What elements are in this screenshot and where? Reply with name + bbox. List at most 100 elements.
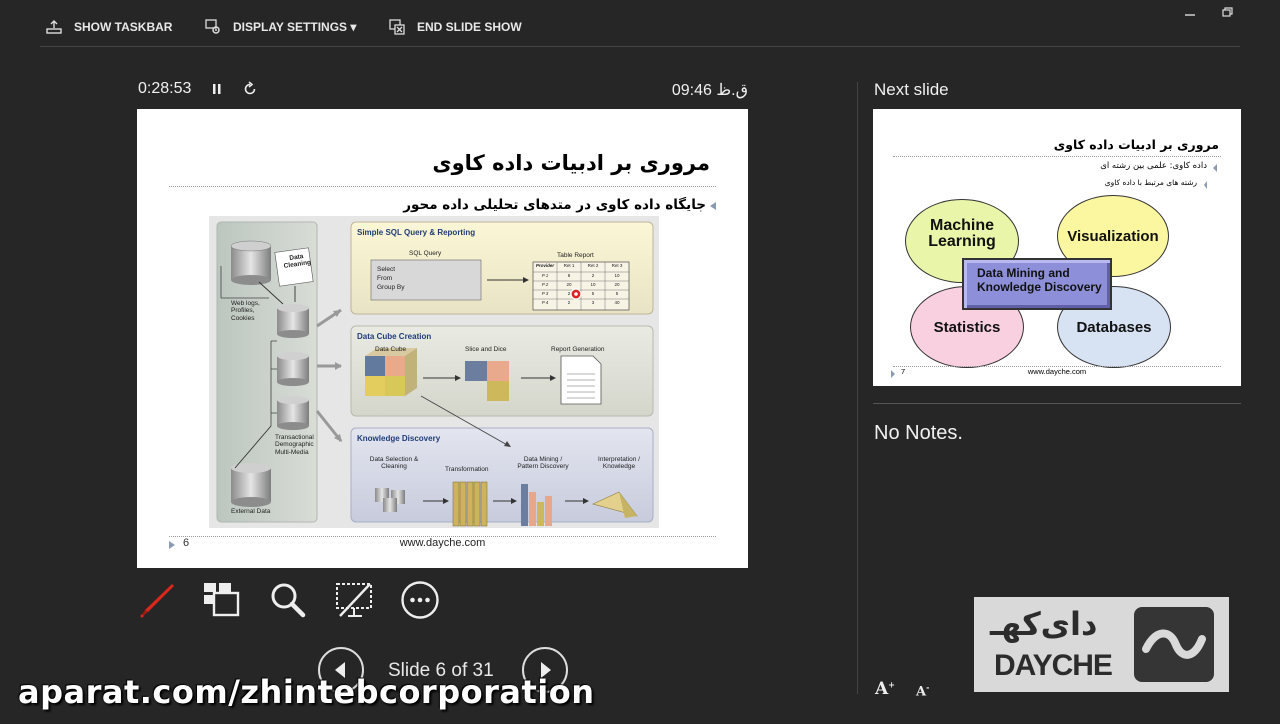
notes-divider	[873, 403, 1241, 404]
table-header-cell: Ret 3	[611, 263, 623, 268]
show-taskbar-label: SHOW TASKBAR	[74, 20, 173, 34]
title-divider	[169, 186, 716, 187]
see-all-slides-icon	[204, 583, 240, 617]
table-cell: P 2	[541, 282, 549, 287]
next-title-divider	[893, 156, 1221, 157]
slide-footer-url: www.dayche.com	[399, 537, 486, 549]
pause-timer-button[interactable]	[211, 80, 223, 103]
elapsed-timer: 0:28:53	[138, 80, 192, 97]
sql-query-label: SQL Query	[409, 250, 442, 257]
zoom-icon	[271, 583, 306, 618]
table-cell: 5	[591, 291, 595, 296]
table-cell: P 3	[541, 291, 549, 296]
kd-panel-title: Knowledge Discovery	[357, 434, 441, 443]
increase-font-button[interactable]: A+	[875, 679, 895, 699]
black-screen-icon	[336, 583, 372, 617]
interpretation-label: Interpretation / Knowledge	[598, 456, 640, 471]
cube-panel-title: Data Cube Creation	[357, 332, 432, 341]
logo-persian-text: دای‌کهـ	[990, 605, 1098, 643]
next-slide-url: www.dayche.com	[1027, 367, 1087, 376]
increase-font-glyph: A	[875, 679, 889, 699]
panel-divider	[857, 82, 858, 694]
restart-timer-button[interactable]	[241, 80, 259, 103]
display-settings-icon	[205, 19, 220, 34]
next-bullet-1: داده کاوی: علمی بین رشته ای	[1100, 161, 1207, 171]
dayche-logo: دای‌کهـ DAYCHE	[974, 597, 1229, 692]
analytics-figure: Data Cleaning Web logs, Profiles, Cookie…	[209, 216, 659, 528]
data-cube-graphic	[365, 348, 417, 396]
zoom-button[interactable]	[268, 580, 308, 620]
mining-label: Data Mining / Pattern Discovery	[517, 456, 569, 471]
table-cell: 20	[614, 282, 620, 287]
more-options-button[interactable]	[400, 580, 440, 620]
sql-line-1: Select	[377, 266, 396, 273]
pause-icon	[213, 84, 221, 94]
database-cylinder-top	[230, 240, 272, 285]
bullet-marker	[710, 202, 716, 210]
slice-dice-label: Slice and Dice	[465, 346, 507, 353]
web-logs-label: Web logs, Profiles, Cookies	[231, 300, 260, 322]
end-slide-show-label: END SLIDE SHOW	[417, 20, 522, 34]
report-generation-label: Report Generation	[551, 346, 605, 353]
slide-title: مروری بر ادبیات داده کاوی	[432, 151, 710, 175]
restore-button[interactable]	[1221, 6, 1237, 20]
table-header-cell: Ret 2	[587, 263, 599, 268]
next-slide-title: مروری بر ادبیات داده کاوی	[1053, 137, 1219, 152]
transactional-label: Transactional Demographic Multi-Media	[275, 434, 314, 456]
visualization-text: Visualization	[1067, 227, 1159, 245]
current-slide[interactable]: مروری بر ادبیات داده کاوی جایگاه داده کا…	[137, 109, 748, 568]
show-taskbar-button[interactable]: SHOW TASKBAR	[46, 17, 172, 37]
table-cell: 2	[567, 291, 571, 296]
minimize-icon	[1185, 14, 1195, 16]
pen-tool-button[interactable]	[136, 580, 176, 620]
databases-text: Databases	[1076, 318, 1152, 336]
sql-panel-title: Simple SQL Query & Reporting	[357, 228, 476, 237]
black-screen-button[interactable]	[334, 580, 374, 620]
data-mining-box: Data Mining and Knowledge Discovery	[962, 258, 1112, 310]
taskbar-icon	[46, 20, 62, 34]
selection-label: Data Selection & Cleaning	[369, 456, 419, 471]
table-cell: 5	[615, 291, 619, 296]
next-bullet-2: رشته های مرتبط با داده کاوی	[1104, 178, 1197, 187]
restart-icon	[244, 81, 256, 95]
table-cell: 40	[614, 300, 620, 305]
external-data-label: External Data	[231, 508, 271, 515]
data-mining-text: Data Mining and Knowledge Discovery	[977, 266, 1102, 295]
table-cell: 8	[567, 273, 571, 278]
table-cell: P 4	[541, 300, 549, 305]
see-all-slides-button[interactable]	[202, 580, 242, 620]
table-report-label: Table Report	[557, 252, 594, 259]
transformation-label: Transformation	[445, 466, 489, 473]
current-time: 09:46 ق.ظ	[671, 82, 748, 99]
table-report: Provider Ret 1 Ret 2 Ret 3 P 1 8 2 10 P 2 20 10 20 P…	[533, 262, 629, 310]
logo-mark-icon	[1134, 607, 1214, 682]
table-header-cell: Ret 1	[563, 263, 575, 268]
sql-line-2: From	[377, 275, 393, 282]
display-settings-label: DISPLAY SETTINGS ▾	[233, 20, 357, 34]
pen-icon	[140, 584, 174, 618]
next-bullet-marker	[1213, 164, 1217, 172]
sql-line-3: Group By	[377, 284, 405, 291]
slide-bullet: جایگاه داده کاوی در متدهای تحلیلی داده م…	[403, 197, 706, 213]
table-cell: 2	[567, 300, 571, 305]
logo-latin-text: DAYCHE	[994, 649, 1113, 682]
table-cell: 10	[590, 282, 596, 287]
table-cell: 3	[591, 300, 595, 305]
end-show-icon	[389, 19, 405, 35]
end-slide-show-button[interactable]: END SLIDE SHOW	[389, 17, 522, 37]
next-sub-bullet-marker	[1204, 181, 1207, 189]
minimize-button[interactable]	[1183, 6, 1199, 20]
decrease-font-glyph: A	[916, 684, 927, 700]
decrease-font-button[interactable]: A-	[916, 682, 929, 699]
data-cube-label: Data Cube	[375, 346, 407, 353]
display-settings-button[interactable]: DISPLAY SETTINGS ▾	[205, 17, 356, 37]
table-cell: 2	[591, 273, 595, 278]
statistics-text: Statistics	[933, 318, 1001, 336]
toolbar-divider	[40, 46, 1240, 47]
table-cell: 10	[614, 273, 620, 278]
speaker-notes[interactable]: No Notes.	[874, 422, 963, 445]
table-header-cell: Provider	[535, 263, 555, 268]
table-cell: 20	[566, 282, 572, 287]
next-slide-label: Next slide	[874, 80, 949, 99]
next-slide-preview[interactable]: مروری بر ادبیات داده کاوی داده کاوی: علم…	[873, 109, 1241, 386]
